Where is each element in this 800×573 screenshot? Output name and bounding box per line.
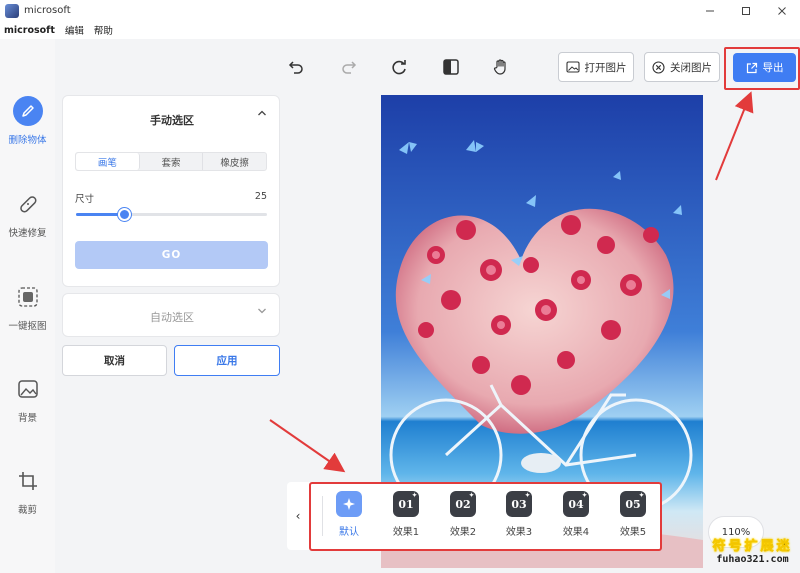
auto-selection-panel[interactable]: 自动选区 bbox=[62, 293, 280, 337]
rail-label: 裁剪 bbox=[17, 505, 37, 516]
close-image-label: 关闭图片 bbox=[670, 61, 712, 74]
pen-icon bbox=[12, 96, 43, 126]
cancel-button[interactable]: 取消 bbox=[62, 345, 167, 376]
window-title: microsoft bbox=[24, 5, 71, 16]
rail-item-background[interactable]: 背景 bbox=[0, 374, 55, 424]
crop-icon bbox=[13, 466, 43, 496]
panel-title: 自动选区 bbox=[150, 311, 194, 324]
menu-edit[interactable]: 编辑 bbox=[65, 23, 84, 37]
hand-icon[interactable] bbox=[491, 57, 511, 77]
window-controls bbox=[692, 0, 800, 21]
rotate-icon[interactable] bbox=[389, 57, 409, 77]
workspace: 打开图片 关闭图片 导出 手动选区 画笔 套索 橡皮擦 尺寸 25 GO 自动选… bbox=[55, 39, 800, 573]
size-label: 尺寸 bbox=[75, 194, 95, 205]
size-slider-fill bbox=[76, 213, 124, 216]
site-watermark: 符号扩展迷 fuhao321.com bbox=[705, 535, 800, 565]
rail-label: 背景 bbox=[17, 413, 37, 424]
annotation-highlight-effects bbox=[309, 482, 662, 551]
bandage-icon bbox=[13, 189, 43, 219]
chevron-up-icon[interactable] bbox=[257, 109, 267, 120]
size-value: 25 bbox=[254, 191, 267, 202]
image-icon bbox=[565, 61, 580, 73]
close-image-button[interactable]: 关闭图片 bbox=[644, 52, 720, 82]
apply-button[interactable]: 应用 bbox=[174, 345, 280, 376]
annotation-highlight-export bbox=[724, 47, 800, 90]
rail-item-cutout[interactable]: 一键抠图 bbox=[0, 282, 55, 332]
mode-lasso[interactable]: 套索 bbox=[140, 153, 204, 170]
undo-icon[interactable] bbox=[286, 57, 306, 77]
go-button[interactable]: GO bbox=[75, 241, 268, 269]
rail-label: 删除物体 bbox=[8, 135, 47, 146]
rail-label: 一键抠图 bbox=[8, 321, 47, 332]
brush-mode-switch: 画笔 套索 橡皮擦 bbox=[75, 152, 267, 171]
panel-title: 手动选区 bbox=[150, 114, 194, 127]
watermark-url: fuhao321.com bbox=[716, 554, 789, 565]
menu-app[interactable]: microsoft bbox=[4, 25, 55, 36]
rail-item-quick-fix[interactable]: 快速修复 bbox=[0, 189, 55, 239]
open-image-label: 打开图片 bbox=[584, 61, 627, 74]
size-slider[interactable] bbox=[76, 208, 267, 221]
close-circle-icon bbox=[652, 60, 665, 74]
rail-item-remove-object[interactable]: 删除物体 bbox=[0, 96, 55, 146]
maximize-icon[interactable] bbox=[728, 0, 764, 21]
open-image-button[interactable]: 打开图片 bbox=[558, 52, 634, 82]
manual-selection-panel: 手动选区 画笔 套索 橡皮擦 尺寸 25 GO bbox=[62, 95, 280, 287]
mode-eraser[interactable]: 橡皮擦 bbox=[203, 153, 266, 170]
chevron-down-icon[interactable] bbox=[257, 307, 267, 318]
minimize-icon[interactable] bbox=[692, 0, 728, 21]
mode-brush[interactable]: 画笔 bbox=[76, 153, 140, 170]
app-logo-icon bbox=[5, 3, 19, 18]
image-icon bbox=[13, 374, 43, 404]
watermark-title: 符号扩展迷 bbox=[712, 539, 793, 555]
title-bar: microsoft bbox=[0, 0, 800, 21]
close-icon[interactable] bbox=[764, 0, 800, 21]
rail-item-crop[interactable]: 裁剪 bbox=[0, 466, 55, 516]
menu-help[interactable]: 帮助 bbox=[94, 23, 113, 37]
cutout-icon bbox=[13, 282, 43, 312]
size-slider-handle[interactable] bbox=[117, 208, 131, 221]
rail-label: 快速修复 bbox=[8, 228, 47, 239]
redo-icon[interactable] bbox=[339, 57, 359, 77]
menu-bar: microsoft 编辑 帮助 bbox=[0, 21, 800, 39]
flip-icon[interactable] bbox=[441, 57, 461, 77]
tool-rail: 删除物体 快速修复 一键抠图 背景 裁剪 bbox=[0, 39, 55, 573]
chevron-left-icon[interactable]: ‹ bbox=[287, 482, 309, 550]
